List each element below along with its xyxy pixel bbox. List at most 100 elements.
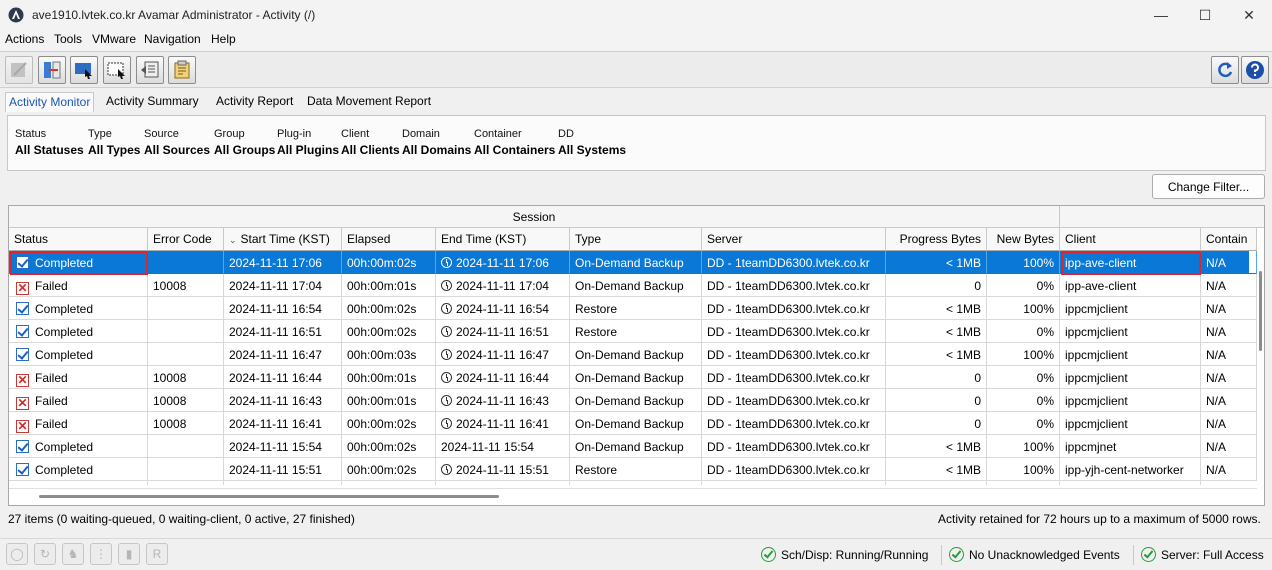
filter-plugin[interactable]: Plug-in All Plugins bbox=[277, 128, 339, 157]
failed-icon: ✕ bbox=[16, 373, 29, 387]
table-row[interactable]: ✕ Failed 10008 2024-11-11 17:04 00h:00m:01s 2… bbox=[9, 274, 1257, 297]
col-header-type[interactable]: Type bbox=[570, 228, 702, 251]
clock-icon bbox=[441, 349, 452, 360]
server-status[interactable]: Server: Full Access bbox=[1141, 547, 1264, 562]
power-icon[interactable]: ◯ bbox=[6, 543, 28, 565]
table-row[interactable]: Completed 2024-11-11 16:51 00h:00m:02s 2024… bbox=[9, 320, 1257, 343]
help-button[interactable] bbox=[1241, 56, 1269, 84]
ok-check-icon bbox=[761, 547, 776, 562]
cell-client: ipp-ave-client bbox=[1060, 274, 1201, 297]
col-header-elapsed[interactable]: Elapsed bbox=[342, 228, 436, 251]
refresh-button[interactable] bbox=[1211, 56, 1239, 84]
filter-dd[interactable]: DD All Systems bbox=[558, 128, 626, 157]
table-row[interactable]: ✕ Failed 10008 2024-11-11 16:41 00h:00m:02s 2… bbox=[9, 412, 1257, 435]
close-button[interactable]: ✕ bbox=[1226, 0, 1272, 30]
cell-end-time: 2024-11-11 17:04 bbox=[436, 274, 570, 297]
tab-activity-report[interactable]: Activity Report bbox=[213, 92, 296, 112]
cell-end-time: 2024-11-11 16:41 bbox=[436, 412, 570, 435]
cell-type: On-Demand Backup bbox=[570, 343, 702, 366]
table-row[interactable]: Completed 2024-11-11 16:47 00h:00m:03s 2024… bbox=[9, 343, 1257, 366]
events-status[interactable]: No Unacknowledged Events bbox=[949, 547, 1120, 562]
server-button[interactable] bbox=[103, 56, 131, 84]
col-header-error-code[interactable]: Error Code bbox=[148, 228, 224, 251]
cell-elapsed: 00h:00m:01s bbox=[342, 274, 436, 297]
cell-status: Completed bbox=[9, 320, 148, 343]
books-icon[interactable]: ▮ bbox=[118, 543, 140, 565]
manage-button[interactable] bbox=[168, 56, 196, 84]
cancel-activity-button[interactable] bbox=[5, 56, 33, 84]
policy-button[interactable] bbox=[38, 56, 66, 84]
cell-container: N/A bbox=[1201, 389, 1257, 412]
cell-elapsed: 00h:00m:02s bbox=[342, 412, 436, 435]
horizontal-scroll-thumb[interactable] bbox=[39, 495, 499, 498]
menu-help[interactable]: Help bbox=[211, 32, 236, 46]
cell-start-time: 2024-11-11 16:51 bbox=[224, 320, 342, 343]
sched-status[interactable]: Sch/Disp: Running/Running bbox=[761, 547, 928, 562]
tab-activity-monitor[interactable]: Activity Monitor bbox=[5, 92, 95, 112]
retention-note: Activity retained for 72 hours up to a m… bbox=[938, 512, 1261, 526]
ok-check-icon bbox=[1141, 547, 1156, 562]
filter-client[interactable]: Client All Clients bbox=[341, 128, 400, 157]
change-filter-button[interactable]: Change Filter... bbox=[1152, 174, 1265, 199]
filter-group[interactable]: Group All Groups bbox=[214, 128, 275, 157]
menu-navigation[interactable]: Navigation bbox=[144, 32, 201, 46]
cell-end-time: 2024-11-11 16:47 bbox=[436, 343, 570, 366]
table-row[interactable]: ✕ Failed 10008 2024-11-11 16:44 00h:00m:01s 2… bbox=[9, 366, 1257, 389]
filter-status[interactable]: Status All Statuses bbox=[15, 128, 84, 157]
cell-server: DD - 1teamDD6300.lvtek.co.kr bbox=[702, 274, 886, 297]
cell-client: ippcmjclient bbox=[1060, 320, 1201, 343]
maximize-button[interactable]: ☐ bbox=[1182, 0, 1228, 30]
menu-actions[interactable]: Actions bbox=[5, 32, 44, 46]
tab-activity-summary[interactable]: Activity Summary bbox=[103, 92, 202, 112]
more-icon[interactable]: ⋮ bbox=[90, 543, 112, 565]
session-group-header: Session bbox=[9, 206, 1060, 228]
backup-restore-button[interactable] bbox=[136, 56, 164, 84]
cell-client: ippcmjclient bbox=[1060, 389, 1201, 412]
col-header-status[interactable]: Status bbox=[9, 228, 148, 251]
filter-type[interactable]: Type All Types bbox=[88, 128, 140, 157]
cell-progress-bytes: 0 bbox=[886, 366, 987, 389]
col-header-server[interactable]: Server bbox=[702, 228, 886, 251]
table-row[interactable]: Completed 2024-11-11 15:5100h:00m:02s2024… bbox=[9, 458, 1257, 481]
col-header-progress-bytes[interactable]: Progress Bytes bbox=[886, 228, 987, 251]
activity-table: Session Status Error Code ⌄ Start Time (K… bbox=[8, 205, 1265, 506]
vertical-scroll-thumb[interactable] bbox=[1259, 271, 1262, 351]
vertical-scrollbar[interactable] bbox=[1257, 251, 1264, 486]
horizontal-scrollbar[interactable] bbox=[9, 488, 1257, 505]
cell-new-bytes: 0% bbox=[987, 412, 1060, 435]
backup-restore-icon bbox=[141, 61, 159, 78]
minimize-button[interactable]: — bbox=[1138, 0, 1184, 30]
menu-tools[interactable]: Tools bbox=[54, 32, 82, 46]
cell-status: ✕ Failed bbox=[9, 412, 148, 435]
clock-icon bbox=[441, 303, 452, 314]
cell-type: On-Demand Backup bbox=[570, 412, 702, 435]
col-header-client[interactable]: Client bbox=[1060, 228, 1201, 251]
sync-icon[interactable]: ↻ bbox=[34, 543, 56, 565]
replication-icon[interactable]: R bbox=[146, 543, 168, 565]
table-row[interactable]: Completed 2024-11-11 17:06 00h:00m:02s 2024… bbox=[9, 251, 1257, 274]
clock-icon bbox=[441, 326, 452, 337]
cell-client: ipp-yjh-cent-networker bbox=[1060, 458, 1201, 481]
table-row[interactable]: Completed 2024-11-11 15:54 00h:00m:02s 2024… bbox=[9, 435, 1257, 458]
col-header-start-time[interactable]: ⌄ Start Time (KST) bbox=[224, 228, 342, 251]
cell-progress-bytes: 0 bbox=[886, 412, 987, 435]
user-icon[interactable]: ♞ bbox=[62, 543, 84, 565]
cell-error-code bbox=[148, 458, 224, 481]
cell-error-code: 10008 bbox=[148, 366, 224, 389]
col-header-new-bytes[interactable]: New Bytes bbox=[987, 228, 1060, 251]
col-header-end-time[interactable]: End Time (KST) bbox=[436, 228, 570, 251]
tab-data-movement-report[interactable]: Data Movement Report bbox=[304, 92, 434, 112]
cell-start-time: 2024-11-11 15:51 bbox=[224, 458, 342, 481]
table-row[interactable]: ✕ Failed 10008 2024-11-11 16:43 00h:00m:01s 2… bbox=[9, 389, 1257, 412]
col-header-container[interactable]: Contain bbox=[1201, 228, 1257, 251]
filter-source[interactable]: Source All Sources bbox=[144, 128, 210, 157]
refresh-icon bbox=[1218, 62, 1233, 78]
menu-vmware[interactable]: VMware bbox=[92, 32, 136, 46]
filter-domain[interactable]: Domain All Domains bbox=[402, 128, 471, 157]
table-row[interactable]: Completed 2024-11-11 16:54 00h:00m:02s 2024… bbox=[9, 297, 1257, 320]
cell-type: On-Demand Backup bbox=[570, 366, 702, 389]
minimize-icon: — bbox=[1154, 7, 1168, 23]
cell-type: On-Demand Backup bbox=[570, 274, 702, 297]
filter-container[interactable]: Container All Containers bbox=[474, 128, 555, 157]
activity-button[interactable] bbox=[70, 56, 98, 84]
